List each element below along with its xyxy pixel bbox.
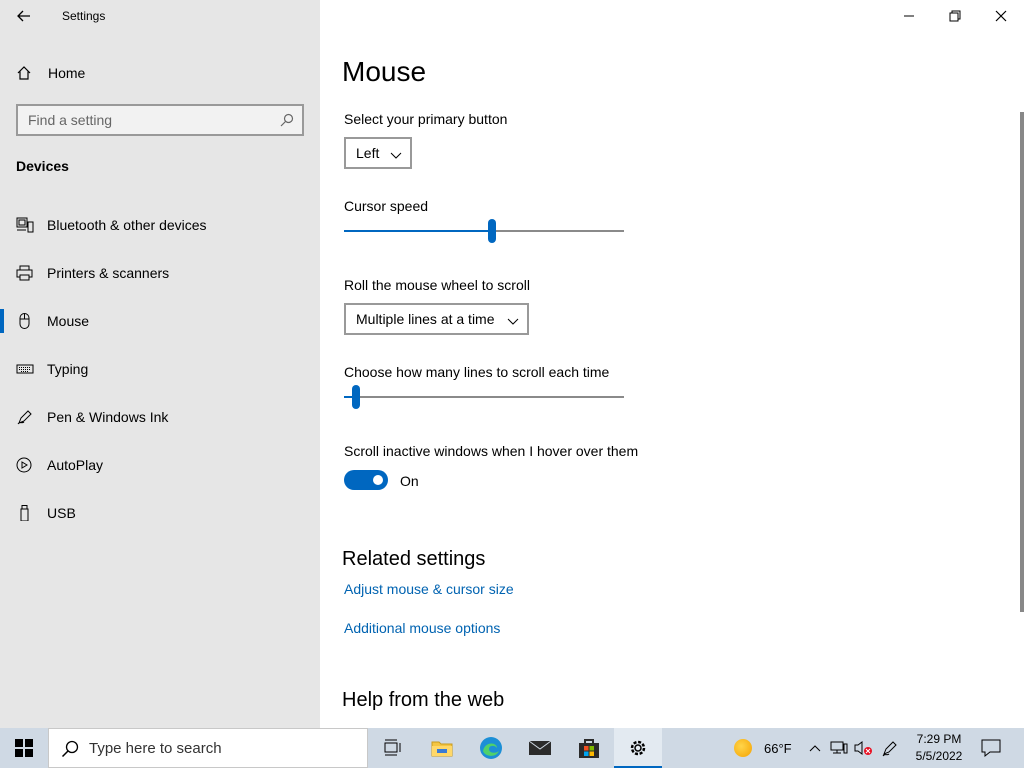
taskbar-clock[interactable]: 7:29 PM 5/5/2022 (906, 731, 972, 765)
printer-icon (16, 265, 34, 281)
taskbar: Type here to search 66°F 7:29 PM 5/5/202… (0, 728, 1024, 768)
sidebar: Settings Home Devices Bluetooth & other … (0, 0, 320, 728)
volume-muted-icon[interactable] (853, 738, 873, 758)
home-label: Home (48, 65, 86, 81)
primary-button-dropdown[interactable]: Left (344, 137, 412, 169)
app-title: Settings (62, 9, 106, 23)
restore-icon[interactable] (932, 0, 978, 32)
section-heading-devices: Devices (16, 158, 69, 174)
slider-track (344, 396, 624, 398)
sidebar-item-label: Pen & Windows Ink (47, 409, 169, 425)
wheel-scroll-dropdown[interactable]: Multiple lines at a time (344, 303, 529, 335)
sidebar-item-label: Printers & scanners (47, 265, 170, 281)
weather-sun-icon[interactable] (734, 739, 752, 757)
slider-thumb[interactable] (352, 385, 360, 409)
sidebar-item-pen[interactable]: Pen & Windows Ink (0, 393, 320, 441)
cursor-speed-slider[interactable] (344, 219, 624, 243)
file-explorer-icon[interactable] (418, 728, 466, 768)
sidebar-item-label: Typing (47, 361, 89, 377)
related-settings-heading: Related settings (342, 548, 486, 570)
sidebar-item-autoplay[interactable]: AutoPlay (0, 441, 320, 489)
close-icon[interactable] (978, 0, 1024, 32)
sidebar-item-usb[interactable]: USB (0, 489, 320, 537)
notification-center-icon[interactable] (980, 738, 1002, 758)
toggle-knob (373, 475, 383, 485)
find-setting-search[interactable] (16, 104, 304, 136)
sidebar-nav: Bluetooth & other devices Printers & sca… (0, 201, 320, 537)
wheel-scroll-value: Multiple lines at a time (356, 311, 495, 327)
cursor-speed-label: Cursor speed (344, 198, 429, 214)
slider-fill (344, 230, 492, 232)
task-view-icon[interactable] (368, 728, 416, 768)
bluetooth-devices-icon (16, 217, 34, 233)
sidebar-item-label: USB (47, 505, 76, 521)
page-title: Mouse (342, 56, 427, 87)
edge-browser-icon[interactable] (467, 728, 515, 768)
sidebar-item-bluetooth[interactable]: Bluetooth & other devices (0, 201, 320, 249)
search-icon[interactable] (280, 113, 294, 127)
primary-button-value: Left (356, 145, 380, 161)
mouse-icon (16, 313, 34, 329)
usb-icon (16, 505, 34, 522)
store-icon[interactable] (565, 728, 613, 768)
scroll-inactive-toggle[interactable] (344, 470, 388, 490)
weather-temperature[interactable]: 66°F (764, 741, 792, 756)
autoplay-icon (16, 457, 34, 473)
scroll-inactive-label: Scroll inactive windows when I hover ove… (344, 443, 639, 459)
adjust-cursor-size-link[interactable]: Adjust mouse & cursor size (344, 581, 514, 597)
keyboard-icon (16, 361, 34, 377)
sidebar-item-label: AutoPlay (47, 457, 104, 473)
chevron-down-icon (507, 314, 519, 325)
minimize-icon[interactable] (886, 0, 932, 32)
scrollbar[interactable] (1020, 112, 1024, 612)
clock-time: 7:29 PM (916, 732, 962, 746)
additional-mouse-options-link[interactable]: Additional mouse options (344, 620, 500, 636)
chevron-down-icon (390, 148, 402, 159)
taskbar-search-placeholder: Type here to search (89, 739, 222, 757)
sidebar-item-label: Mouse (47, 313, 90, 329)
network-icon[interactable] (829, 738, 849, 758)
help-heading: Help from the web (342, 689, 505, 711)
taskbar-search[interactable]: Type here to search (48, 728, 368, 768)
sidebar-item-label: Bluetooth & other devices (47, 217, 207, 233)
chevron-up-icon[interactable] (805, 738, 825, 758)
slider-thumb[interactable] (488, 219, 496, 243)
windows-start-icon[interactable] (0, 728, 48, 768)
back-arrow-icon[interactable] (10, 4, 38, 28)
sidebar-item-printers[interactable]: Printers & scanners (0, 249, 320, 297)
lines-to-scroll-label: Choose how many lines to scroll each tim… (344, 364, 610, 380)
toggle-state-label: On (400, 473, 419, 489)
primary-button-label: Select your primary button (344, 111, 508, 127)
lines-to-scroll-slider[interactable] (344, 385, 624, 409)
home-icon (16, 65, 32, 81)
sidebar-item-mouse[interactable]: Mouse (0, 297, 320, 345)
sidebar-item-typing[interactable]: Typing (0, 345, 320, 393)
pen-icon (16, 409, 34, 425)
mail-icon[interactable] (516, 728, 564, 768)
search-icon (61, 740, 79, 758)
sidebar-home[interactable]: Home (0, 56, 320, 90)
clock-date: 5/5/2022 (915, 749, 963, 763)
find-setting-input[interactable] (18, 106, 268, 134)
settings-gear-icon[interactable] (614, 728, 662, 768)
pen-workspace-icon[interactable] (880, 738, 900, 758)
wheel-scroll-label: Roll the mouse wheel to scroll (344, 277, 530, 293)
